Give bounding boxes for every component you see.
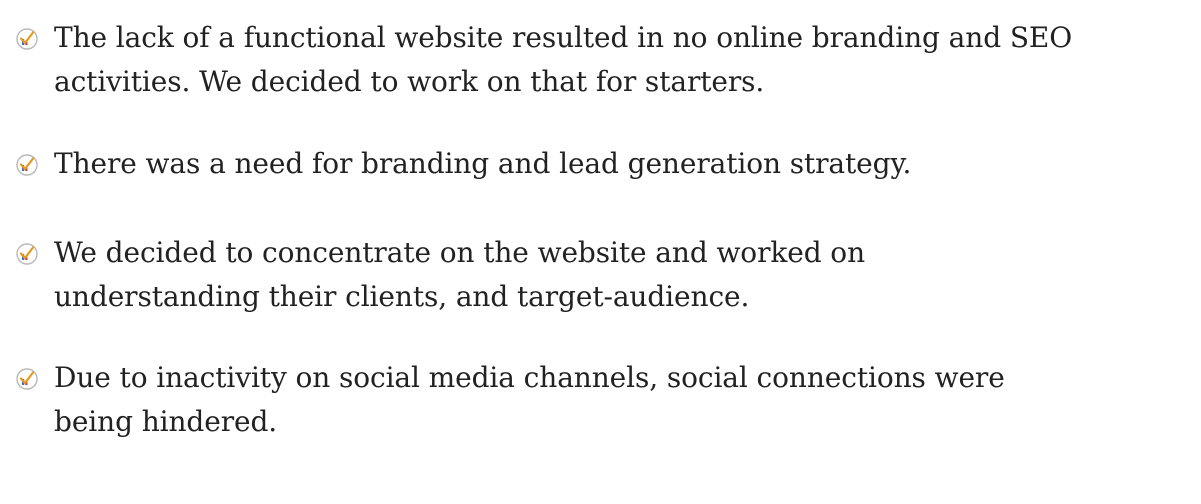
- chart-check-icon: [16, 243, 38, 265]
- bullet-text: The lack of a functional website resulte…: [54, 21, 1073, 98]
- bullet-text: Due to inactivity on social media channe…: [54, 361, 1005, 438]
- chart-check-icon: [16, 28, 38, 50]
- chart-check-icon: [16, 368, 38, 390]
- bullet-text: There was a need for branding and lead g…: [54, 147, 912, 180]
- bullet-text: We decided to concentrate on the website…: [54, 236, 866, 313]
- chart-check-icon: [16, 154, 38, 176]
